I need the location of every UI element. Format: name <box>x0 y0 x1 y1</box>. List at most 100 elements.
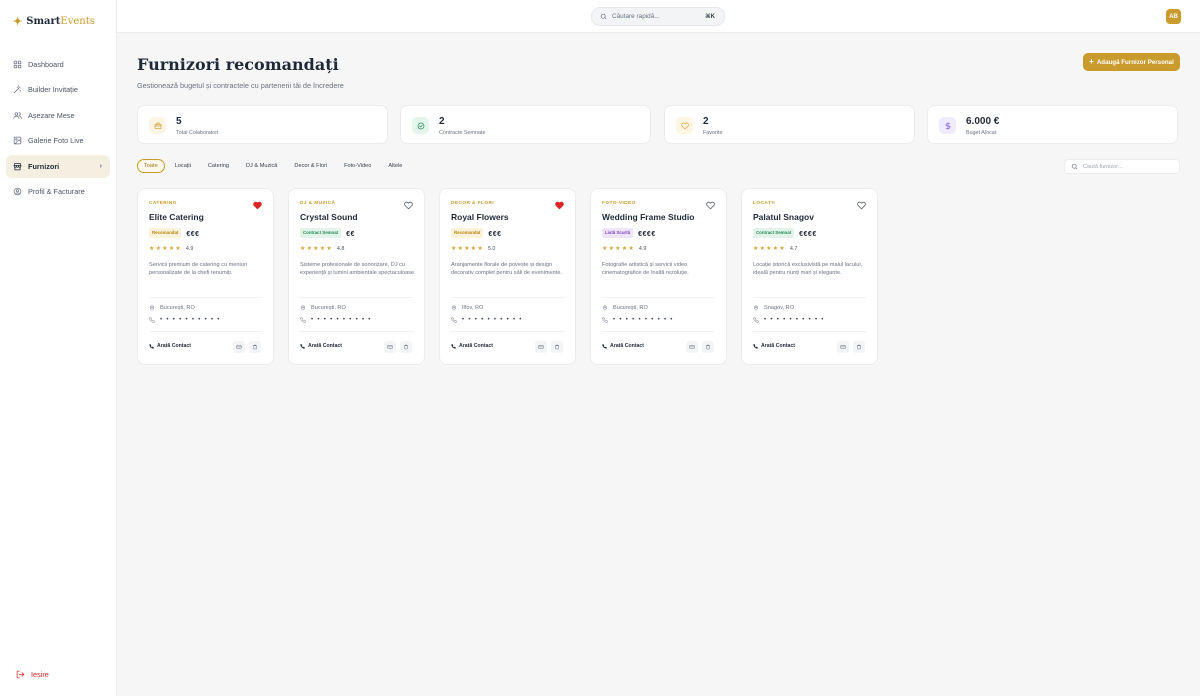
vendor-card[interactable]: FOTO-VIDEO Wedding Frame Studio Listă Sc… <box>590 188 727 365</box>
star-icon: ★ <box>766 246 772 252</box>
stat-card: 2 Contracte Semnate <box>400 105 651 144</box>
star-icon: ★ <box>326 246 332 252</box>
chevron-right-icon: › <box>99 162 102 170</box>
map-pin-icon <box>149 305 155 311</box>
phone-icon <box>753 317 759 323</box>
vendor-location: București, RO <box>300 305 346 311</box>
divider <box>300 297 413 298</box>
show-contact-button[interactable]: Arată Contact <box>451 343 493 349</box>
filter-chip[interactable]: Toate <box>137 159 165 173</box>
quick-search-placeholder: Căutare rapidă... <box>612 13 660 20</box>
sidebar: ✦ Smart Events Dashboard Builder Invitație… <box>0 0 117 696</box>
sidebar-item-galerie-foto-live[interactable]: Galerie Foto Live <box>6 129 110 152</box>
filter-chip[interactable]: Catering <box>201 159 236 173</box>
sidebar-item-label: Galerie Foto Live <box>28 136 84 146</box>
vendor-name: Elite Catering <box>149 212 204 222</box>
dollar-icon <box>945 121 950 130</box>
price-level: €€ <box>346 231 355 238</box>
star-icon: ★ <box>779 246 785 252</box>
vendor-name: Palatul Snagov <box>753 212 814 222</box>
search-icon <box>600 13 607 20</box>
stat-icon-box <box>676 117 693 134</box>
delete-button[interactable] <box>249 341 261 353</box>
sparkle-icon: ✦ <box>13 15 23 28</box>
phone-icon <box>149 317 155 323</box>
phone-masked: • • • • • • • • • • <box>462 317 523 323</box>
stat-card: 6.000 € Buget Alocat <box>927 105 1178 144</box>
stat-label: Buget Alocat <box>966 130 997 136</box>
top-bar: Căutare rapidă... ⌘K AB <box>117 0 1200 33</box>
sidebar-item-dashboard[interactable]: Dashboard <box>6 53 110 76</box>
stat-card: 2 Favorite <box>664 105 915 144</box>
logout-button[interactable]: Ieșire <box>16 670 49 679</box>
vendor-category: LOCAȚII <box>753 201 775 206</box>
email-button[interactable] <box>384 341 396 353</box>
filter-chip[interactable]: Locații <box>168 159 198 173</box>
delete-button[interactable] <box>551 341 563 353</box>
star-icon: ★ <box>772 246 779 252</box>
star-icon: ★ <box>313 246 319 252</box>
delete-button[interactable] <box>400 341 412 353</box>
vendor-card[interactable]: DJ & MUZICĂ Crystal Sound Contract Semna… <box>288 188 425 365</box>
show-contact-button[interactable]: Arată Contact <box>149 343 191 349</box>
star-icon: ★ <box>477 246 483 252</box>
favorite-heart-icon[interactable] <box>857 201 866 210</box>
sidebar-item-builder-invita-ie[interactable]: Builder Invitație <box>6 78 110 101</box>
vendor-card[interactable]: DECOR & FLORI Royal Flowers Recomandat €… <box>439 188 576 365</box>
search-icon <box>1071 163 1078 170</box>
sidebar-item-label: Furnizori <box>28 161 60 171</box>
email-button[interactable] <box>686 341 698 353</box>
stat-value: 5 <box>176 116 182 127</box>
email-button[interactable] <box>535 341 547 353</box>
favorite-heart-icon[interactable] <box>253 201 262 210</box>
sidebar-item-furnizori[interactable]: Furnizori › <box>6 154 110 178</box>
sidebar-item-label: Profil & Facturare <box>28 186 85 196</box>
logout-label: Ieșire <box>31 670 49 679</box>
vendor-name: Wedding Frame Studio <box>602 212 695 222</box>
delete-button[interactable] <box>853 341 865 353</box>
add-vendor-label: Adaugă Furnizor Personal <box>1096 58 1174 66</box>
stat-value: 2 <box>439 116 445 127</box>
favorite-heart-icon[interactable] <box>404 201 413 210</box>
filter-chip[interactable]: Foto-Video <box>337 159 378 173</box>
trash-icon <box>253 344 257 350</box>
show-contact-button[interactable]: Arată Contact <box>300 343 342 349</box>
user-avatar[interactable]: AB <box>1166 9 1181 24</box>
vendor-search-input[interactable]: Caută furnizor... <box>1064 159 1180 174</box>
vendor-card[interactable]: LOCAȚII Palatul Snagov Contract Semnat €… <box>741 188 878 365</box>
filter-chip[interactable]: Altele <box>381 159 409 173</box>
status-badge: Contract Semnat <box>753 227 795 238</box>
phone-icon <box>149 343 154 349</box>
quick-search-input[interactable]: Căutare rapidă... ⌘K <box>591 7 725 26</box>
brand-logo[interactable]: ✦ Smart Events <box>13 15 95 28</box>
heart-icon <box>680 122 689 129</box>
vendor-badge-row: Contract Semnat €€ <box>300 227 355 238</box>
page-title: Furnizori recomandați <box>137 55 339 74</box>
show-contact-button[interactable]: Arată Contact <box>753 343 795 349</box>
stat-label: Contracte Semnate <box>439 130 486 136</box>
phone-masked: • • • • • • • • • • <box>160 317 221 323</box>
phone-icon <box>451 343 456 349</box>
wand-icon <box>13 85 21 94</box>
filter-chip[interactable]: DJ & Muzică <box>239 159 284 173</box>
mail-icon <box>236 345 242 349</box>
delete-button[interactable] <box>702 341 714 353</box>
email-button[interactable] <box>837 341 849 353</box>
price-level: €€€ <box>488 231 502 238</box>
vendor-card[interactable]: CATERING Elite Catering Recomandat €€€ ★… <box>137 188 274 365</box>
vendor-name: Crystal Sound <box>300 212 358 222</box>
rating-value: 4.9 <box>185 246 194 252</box>
sidebar-item-a-ezare-mese[interactable]: Așezare Mese <box>6 104 110 127</box>
add-vendor-button[interactable]: + Adaugă Furnizor Personal <box>1083 53 1180 71</box>
sidebar-item-profil-facturare[interactable]: Profil & Facturare <box>6 180 110 203</box>
rating-stars: ★ ★ ★ ★ ★ 4.7 <box>753 246 797 252</box>
email-button[interactable] <box>233 341 245 353</box>
stat-value: 2 <box>703 116 709 127</box>
show-contact-button[interactable]: Arată Contact <box>602 343 644 349</box>
filter-chip[interactable]: Decor & Flori <box>287 159 334 173</box>
status-badge: Recomandat <box>451 227 484 238</box>
star-icon: ★ <box>457 246 463 252</box>
favorite-heart-icon[interactable] <box>555 201 564 210</box>
favorite-heart-icon[interactable] <box>706 201 715 210</box>
phone-icon <box>602 343 607 349</box>
